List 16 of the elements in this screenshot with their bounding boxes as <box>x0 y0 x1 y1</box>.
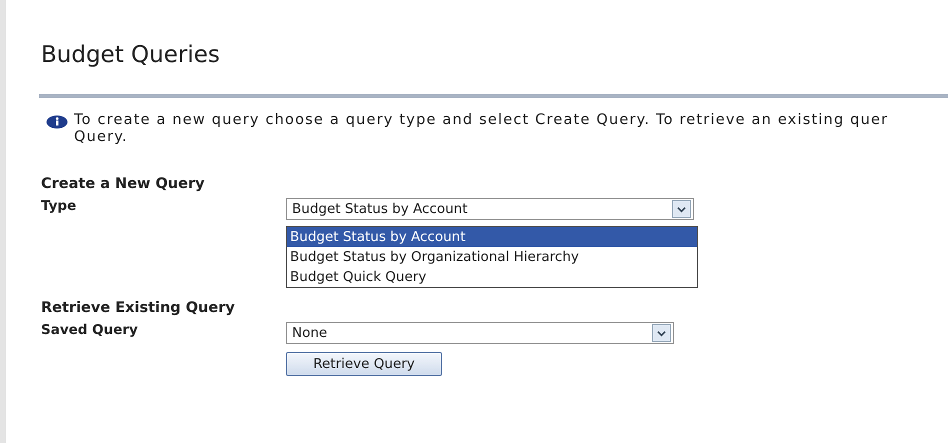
type-dropdown[interactable]: Budget Status by Account <box>286 198 694 220</box>
dropdown-option[interactable]: Budget Quick Query <box>287 267 697 287</box>
info-text: To create a new query choose a query type and select Create Query. To retrieve an existing quer <box>74 112 888 129</box>
dropdown-option[interactable]: Budget Status by Account <box>287 227 697 247</box>
saved-query-dropdown[interactable]: None <box>286 322 674 344</box>
field-label: Type <box>41 198 78 216</box>
page-title: Budget Queries <box>41 42 221 68</box>
caret-icon <box>672 200 691 218</box>
section-heading: Retrieve Existing Query <box>41 300 236 316</box>
info-text: Query. <box>74 129 129 146</box>
dropdown-option[interactable]: Budget Status by Organizational Hierarchy <box>287 247 697 267</box>
retrieve-query-button[interactable]: Retrieve Query <box>286 352 442 376</box>
info-icon <box>46 115 68 129</box>
caret-icon <box>652 324 671 342</box>
section-heading: Create a New Query <box>41 176 206 192</box>
field-label: Saved Query <box>41 322 139 340</box>
